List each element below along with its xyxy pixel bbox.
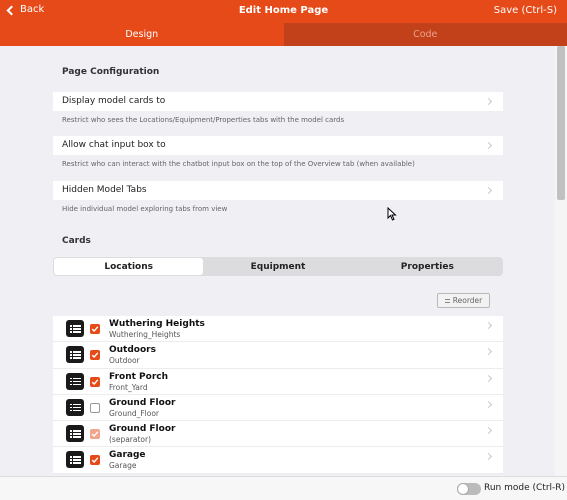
row-note: Restrict who can interact with the chatb… [62, 160, 415, 168]
list-item[interactable]: Ground Floor (separator) [53, 421, 503, 448]
item-name: Ground Floor [109, 397, 176, 408]
page-configuration-title: Page Configuration [62, 67, 160, 77]
row-note: Restrict who sees the Locations/Equipmen… [62, 116, 345, 124]
chevron-right-icon [484, 186, 493, 195]
list-item[interactable]: Outdoors Outdoor [53, 342, 503, 369]
item-name: Front Porch [109, 371, 168, 382]
visibility-checkbox[interactable] [90, 402, 100, 413]
visibility-checkbox[interactable] [90, 455, 100, 466]
item-name: Ground Floor [109, 424, 176, 435]
cards-segmented-control: Locations Equipment Properties [53, 257, 503, 276]
tab-code[interactable]: Code [283, 23, 567, 46]
scrollbar[interactable] [555, 46, 567, 476]
row-note: Hide individual model exploring tabs fro… [62, 205, 228, 213]
reorder-label: Reorder [452, 296, 483, 305]
run-mode-toggle[interactable] [457, 483, 481, 495]
visibility-checkbox[interactable] [90, 376, 100, 387]
list-item[interactable]: Wuthering Heights Wuthering_Heights [53, 316, 503, 343]
mouse-cursor-icon [387, 207, 397, 221]
chevron-right-icon [484, 141, 493, 150]
display-model-cards-row[interactable]: Display model cards to [53, 92, 503, 111]
toggle-knob [457, 483, 469, 495]
chevron-right-icon [484, 427, 493, 435]
item-name: Garage [109, 450, 146, 461]
hidden-model-tabs-row[interactable]: Hidden Model Tabs [53, 181, 503, 200]
list-icon [66, 372, 84, 390]
list-icon [66, 320, 84, 337]
chevron-right-icon [484, 400, 493, 408]
list-icon [66, 346, 84, 364]
cards-title: Cards [62, 236, 91, 246]
scrollbar-thumb[interactable] [557, 46, 565, 200]
main-content: Page Configuration Display model cards t… [0, 46, 555, 476]
row-label: Allow chat input box to [62, 140, 166, 150]
list-item[interactable]: Ground Floor Ground_Floor [53, 395, 503, 422]
top-bar: Back Edit Home Page Save (Ctrl-S) [0, 0, 567, 23]
tab-design[interactable]: Design [0, 23, 284, 46]
list-icon [66, 398, 84, 416]
segment-properties[interactable]: Properties [353, 258, 502, 275]
item-name: Outdoors [109, 345, 156, 356]
list-item[interactable]: Garage Garage [53, 447, 503, 474]
reorder-button[interactable]: Reorder [437, 293, 490, 308]
chevron-right-icon [484, 348, 493, 356]
run-mode-label: Run mode (Ctrl-R) [484, 483, 566, 493]
list-item[interactable]: Front Porch Front_Yard [53, 369, 503, 395]
visibility-checkbox[interactable] [90, 324, 100, 334]
item-subtitle: Garage [109, 461, 137, 471]
cards-list: Wuthering Heights Wuthering_Heights Outdoo… [53, 316, 503, 474]
item-subtitle: (separator) [109, 435, 152, 445]
item-subtitle: Wuthering_Heights [109, 330, 181, 339]
chevron-right-icon [484, 321, 493, 330]
visibility-checkbox[interactable] [90, 350, 100, 361]
item-subtitle: Outdoor [109, 356, 140, 366]
bottom-bar: Run mode (Ctrl-R) [0, 476, 567, 500]
item-subtitle: Ground_Floor [109, 408, 159, 418]
reorder-icon [444, 298, 450, 303]
page-title: Edit Home Page [238, 5, 329, 16]
segment-equipment[interactable]: Equipment [203, 258, 352, 275]
chevron-right-icon [484, 97, 493, 106]
list-icon [66, 451, 84, 469]
editor-tabs: Design Code [0, 23, 567, 46]
segment-locations[interactable]: Locations [54, 258, 204, 275]
row-label: Hidden Model Tabs [62, 185, 147, 195]
chevron-right-icon [484, 374, 493, 382]
item-name: Wuthering Heights [109, 319, 205, 329]
row-label: Display model cards to [62, 96, 166, 106]
chevron-right-icon [484, 453, 493, 461]
visibility-checkbox[interactable] [90, 429, 100, 440]
allow-chat-input-row[interactable]: Allow chat input box to [53, 136, 503, 155]
list-icon [66, 425, 84, 443]
save-button[interactable]: Save (Ctrl-S) [494, 5, 557, 16]
item-subtitle: Front_Yard [109, 382, 148, 392]
